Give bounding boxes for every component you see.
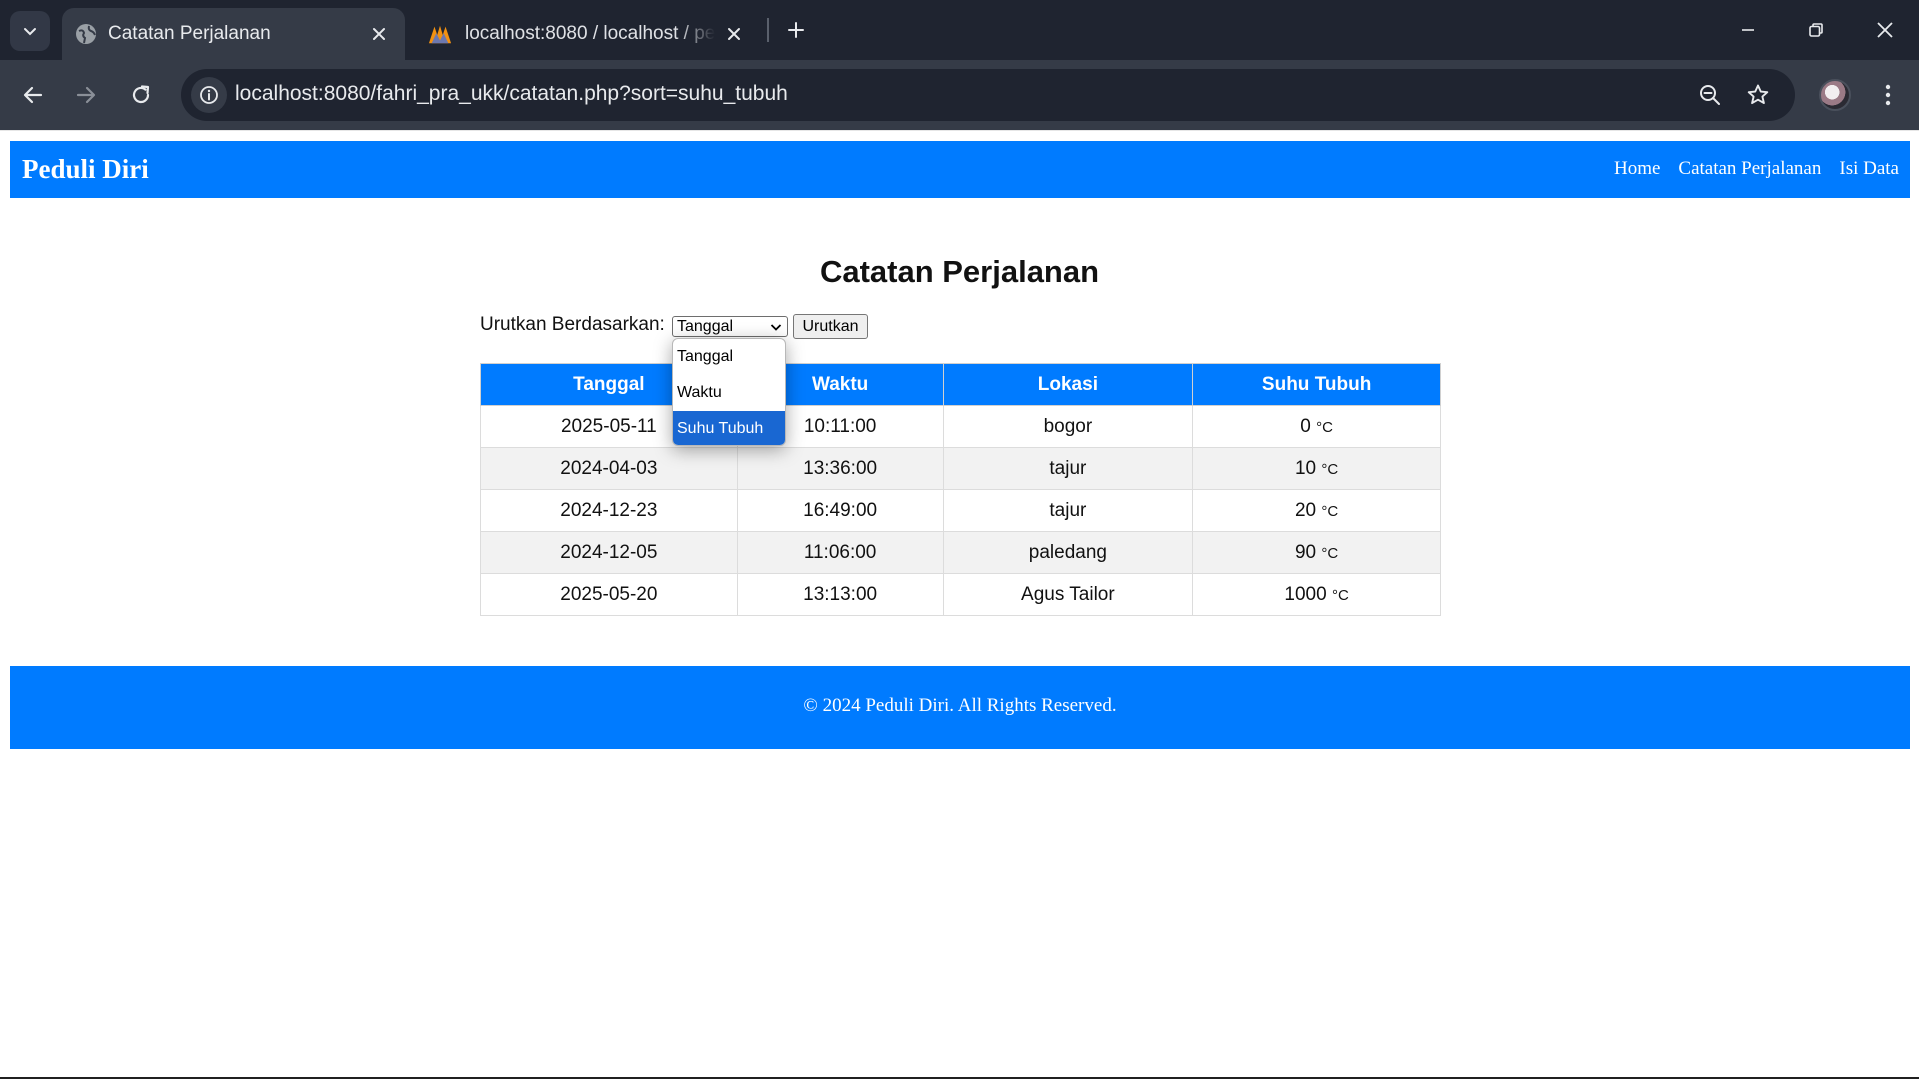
site-footer: © 2024 Peduli Diri. All Rights Reserved. [10,666,1910,749]
tab-title: Catatan Perjalanan [108,23,271,44]
sort-label: Urutkan Berdasarkan: [480,314,665,335]
cell-suhu: 20 °C [1192,489,1441,532]
table-row: 2025-05-11 10:11:00 bogor 0 °C [480,405,1441,448]
table-row: 2025-05-20 13:13:00 Agus Tailor 1000 °C [480,573,1441,616]
forward-button[interactable] [67,76,105,114]
cell-tanggal: 2024-12-23 [480,489,738,532]
browser-tab-strip: Catatan Perjalanan localhost:8080 / loca… [0,0,1919,60]
suhu-unit: °C [1331,586,1349,604]
sort-option-tanggal[interactable]: Tanggal [673,339,785,375]
footer-copyright: © 2024 Peduli Diri. All Rights Reserved. [803,695,1117,716]
suhu-value: 0 [1300,415,1311,437]
travel-records-table: Tanggal Waktu Lokasi Suhu Tubuh 2025-05-… [480,363,1441,616]
toolbar-divider [0,130,1919,131]
close-tab-icon[interactable] [367,22,391,46]
nav-link-home[interactable]: Home [1614,158,1660,180]
suhu-unit: °C [1321,544,1339,562]
table-row: 2024-04-03 13:36:00 tajur 10 °C [480,447,1441,490]
column-header-lokasi: Lokasi [942,363,1194,406]
suhu-unit: °C [1321,460,1339,478]
suhu-value: 90 [1294,541,1317,563]
cell-suhu: 1000 °C [1192,573,1441,616]
site-header: Peduli Diri Home Catatan Perjalanan Isi … [10,141,1910,198]
site-brand[interactable]: Peduli Diri [22,154,149,185]
cell-waktu: 16:49:00 [736,489,944,532]
cell-lokasi: bogor [942,405,1194,448]
profile-avatar[interactable] [1819,79,1851,111]
column-header-suhu-tubuh: Suhu Tubuh [1192,363,1441,406]
restore-icon [1809,23,1823,37]
site-nav: Home Catatan Perjalanan Isi Data [1614,158,1899,180]
cell-lokasi: Agus Tailor [942,573,1194,616]
url-text[interactable]: localhost:8080/fahri_pra_ukk/catatan.php… [235,82,788,106]
sort-select-value: Tanggal [677,318,734,335]
cell-lokasi: tajur [942,489,1194,532]
restore-button[interactable] [1794,10,1838,50]
cell-waktu: 13:13:00 [736,573,944,616]
tab-search-button[interactable] [10,11,50,51]
tab-title: localhost:8080 / localhost / perjalanan [465,23,715,44]
sort-select[interactable]: Tanggal [672,316,788,337]
cell-waktu: 13:36:00 [736,447,944,490]
minimize-button[interactable] [1726,10,1770,50]
back-button[interactable] [14,76,52,114]
bookmark-star-icon[interactable] [1744,81,1772,109]
table-row: 2024-12-23 16:49:00 tajur 20 °C [480,489,1441,532]
sort-submit-button[interactable]: Urutkan [793,314,868,339]
cell-suhu: 0 °C [1192,405,1441,448]
reload-button[interactable] [122,76,160,114]
address-bar[interactable]: localhost:8080/fahri_pra_ukk/catatan.php… [181,69,1795,121]
cell-suhu: 90 °C [1192,531,1441,574]
suhu-value: 1000 [1284,583,1327,605]
nav-link-isi-data[interactable]: Isi Data [1839,158,1899,180]
site-info-icon[interactable] [191,77,227,113]
globe-icon [74,22,98,46]
cell-lokasi: tajur [942,447,1194,490]
zoom-icon[interactable] [1696,81,1724,109]
cell-suhu: 10 °C [1192,447,1441,490]
browser-toolbar: localhost:8080/fahri_pra_ukk/catatan.php… [0,60,1919,130]
cell-waktu: 11:06:00 [736,531,944,574]
tab-phpmyadmin[interactable]: localhost:8080 / localhost / perjalanan [412,8,760,60]
sort-option-suhu-tubuh[interactable]: Suhu Tubuh [673,411,785,445]
close-icon [1877,22,1893,38]
cell-tanggal: 2024-12-05 [480,531,738,574]
arrow-left-icon [23,86,43,104]
suhu-value: 10 [1294,457,1317,479]
arrow-right-icon [76,86,96,104]
suhu-unit: °C [1316,418,1333,436]
sort-option-waktu[interactable]: Waktu [673,375,785,411]
cell-tanggal: 2025-05-20 [480,573,738,616]
tab-separator [767,18,769,42]
sort-options-dropdown: Tanggal Waktu Suhu Tubuh [672,338,786,446]
nav-link-catatan-perjalanan[interactable]: Catatan Perjalanan [1678,158,1821,180]
cell-lokasi: paledang [942,531,1194,574]
suhu-unit: °C [1321,502,1339,520]
new-tab-button[interactable] [780,14,812,46]
table-row: 2024-12-05 11:06:00 paledang 90 °C [480,531,1441,574]
cell-tanggal: 2024-04-03 [480,447,738,490]
browser-menu-button[interactable] [1872,76,1904,114]
table-header-row: Tanggal Waktu Lokasi Suhu Tubuh [480,363,1441,406]
close-window-button[interactable] [1863,10,1907,50]
phpmyadmin-icon [428,22,452,46]
reload-icon [132,85,150,104]
close-tab-icon[interactable] [722,22,746,46]
suhu-value: 20 [1294,499,1317,521]
page-title: Catatan Perjalanan [819,254,1100,289]
chevron-down-icon [24,28,36,36]
minimize-icon [1742,29,1754,31]
tab-catatan-perjalanan[interactable]: Catatan Perjalanan [62,8,405,60]
more-vertical-icon [1885,84,1891,106]
chevron-down-icon [770,324,782,331]
plus-icon [788,22,804,38]
